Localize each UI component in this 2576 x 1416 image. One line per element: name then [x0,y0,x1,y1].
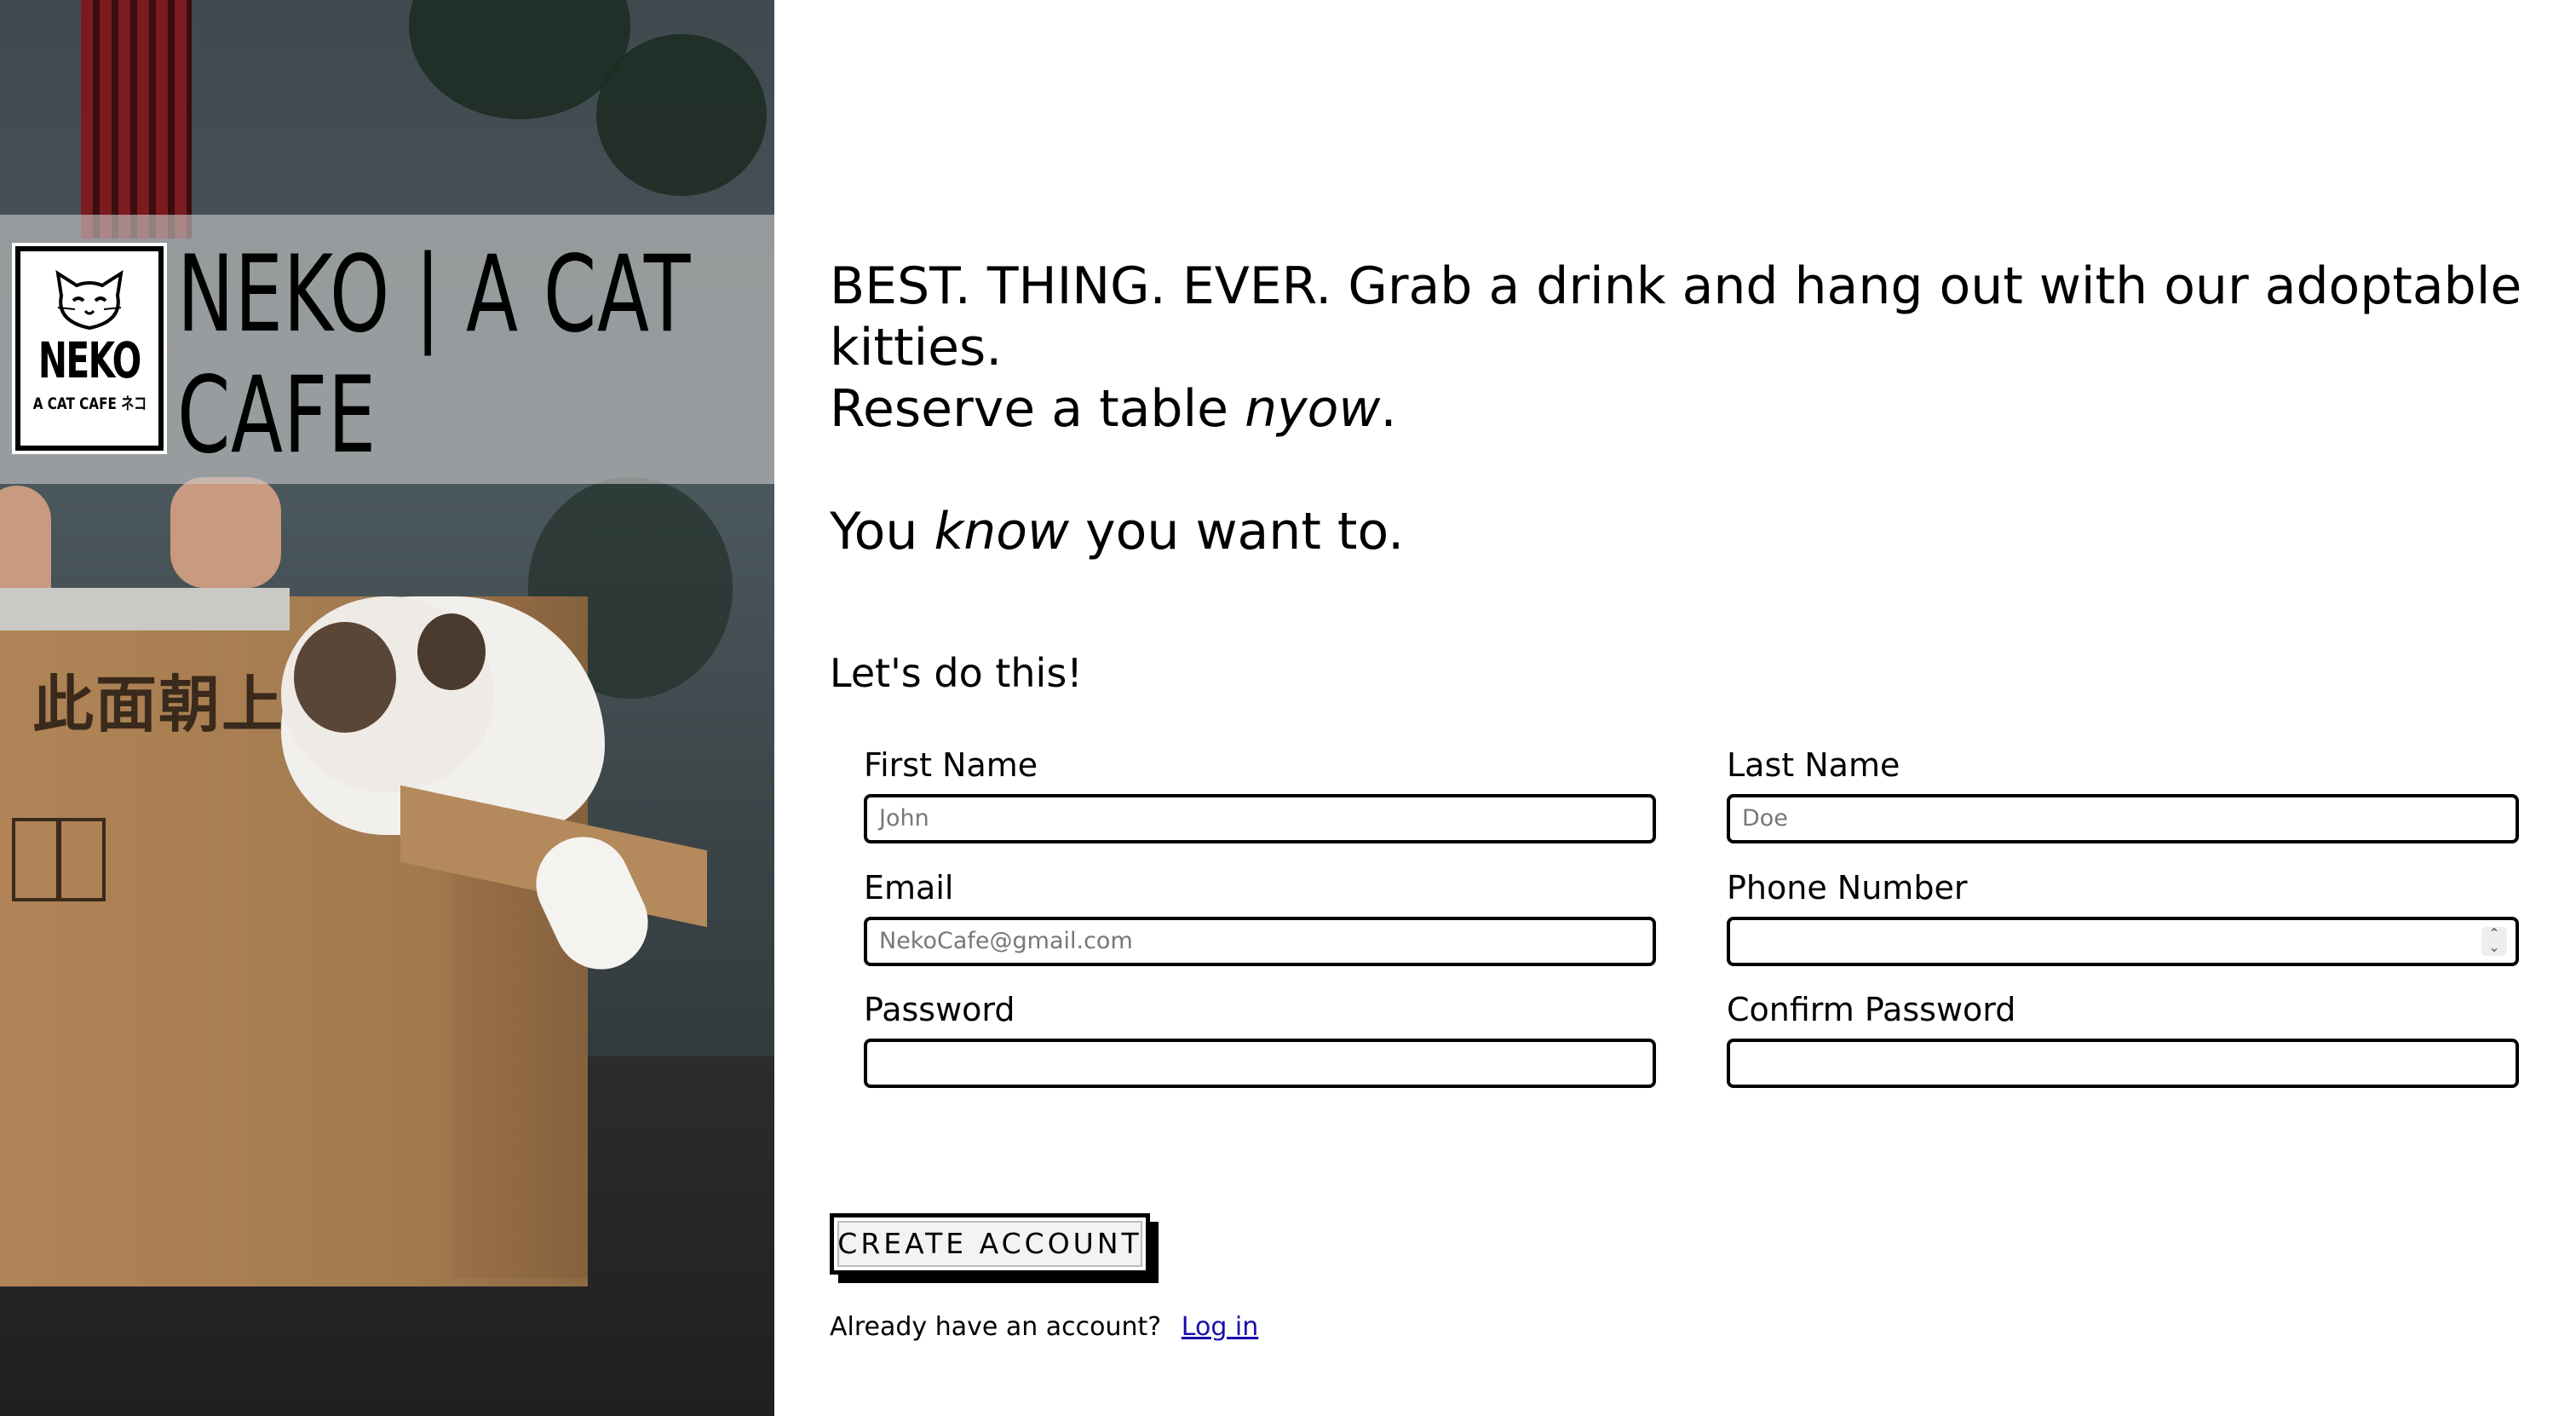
last-name-input[interactable]: Doe [1727,794,2519,843]
intro-line: BEST. THING. EVER. Grab a drink and hang… [830,256,2522,377]
last-name-label: Last Name [1727,746,1900,784]
logo-subtitle: A CAT CAFE ネコ [32,394,147,413]
box-tape [0,588,290,630]
login-link[interactable]: Log in [1182,1312,1258,1342]
confirm-password-group: Confirm Password [1727,989,2519,1088]
intro-text-segment: . [1380,379,1397,439]
intro-text-segment: Reserve a table [830,379,1245,439]
person-hand [170,477,281,588]
last-name-group: Last Name Doe [1727,745,2519,843]
box-symbol [12,818,60,901]
intro-line: You know you want to. [830,501,2525,562]
intro-text-segment: You [830,502,934,561]
intro-line: Reserve a table nyow. [830,378,2525,440]
site-title: NEKO | A CAT CAFE [177,234,765,476]
first-name-label: First Name [864,746,1038,784]
intro-text-segment: you want to. [1069,502,1405,561]
form-heading: Let's do this! [830,650,1083,696]
confirm-password-input[interactable] [1727,1039,2519,1088]
email-input[interactable]: NekoCafe@gmail.com [864,917,1656,966]
intro-text: BEST. THING. EVER. Grab a drink and hang… [830,256,2525,562]
hero-photo: 此面朝上 [0,0,774,1416]
email-label: Email [864,869,954,907]
logo-word: NEKO [38,331,141,389]
site-title-line: CAFE [177,354,377,477]
number-stepper-icon[interactable]: ⌃ ⌄ [2481,927,2507,956]
create-account-button[interactable]: CREATE ACCOUNT [830,1213,1150,1275]
first-name-input[interactable]: John [864,794,1656,843]
cat-patch [417,613,486,690]
cat-patch [294,622,396,733]
plant-leaf [596,34,767,196]
phone-group: Phone Number ⌃ ⌄ [1727,867,2519,966]
email-group: Email NekoCafe@gmail.com [864,867,1656,966]
intro-emphasis: nyow [1245,379,1381,439]
password-label: Password [864,991,1015,1028]
confirm-password-label: Confirm Password [1727,991,2016,1028]
phone-input[interactable]: ⌃ ⌄ [1727,917,2519,966]
login-prompt: Already have an account? [830,1312,1162,1342]
main-content: BEST. THING. EVER. Grab a drink and hang… [830,0,2542,1416]
person-sleeve [81,0,192,239]
site-title-line: NEKO | A CAT [177,233,692,356]
first-name-group: First Name John [864,745,1656,843]
password-input[interactable] [864,1039,1656,1088]
box-symbol [58,818,106,901]
cat-face-icon [55,270,124,331]
intro-emphasis: know [934,502,1070,561]
password-group: Password [864,989,1656,1088]
login-prompt-row: Already have an account? Log in [830,1310,1258,1344]
create-account-label: CREATE ACCOUNT [837,1227,1142,1260]
phone-label: Phone Number [1727,869,1968,907]
box-print: 此面朝上 [32,668,285,740]
logo[interactable]: NEKO A CAT CAFE ネコ [12,243,167,454]
